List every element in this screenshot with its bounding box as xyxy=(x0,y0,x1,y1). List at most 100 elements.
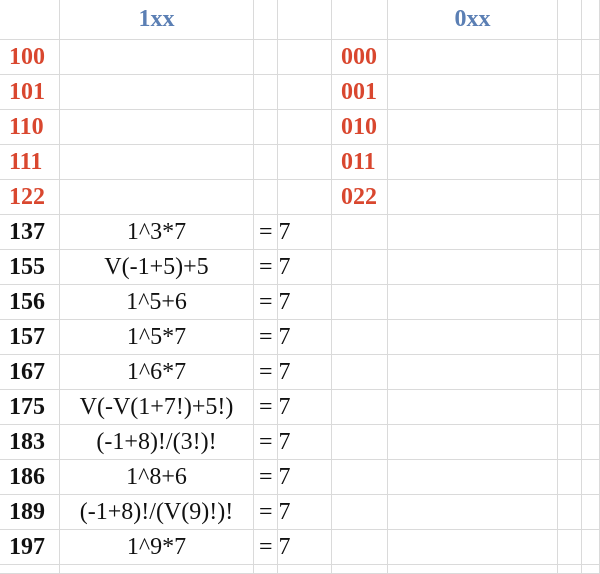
equals-cell[interactable]: = 7 xyxy=(254,320,291,355)
cell-empty[interactable] xyxy=(388,425,558,460)
cell-empty[interactable] xyxy=(582,530,600,565)
cell-empty[interactable] xyxy=(582,145,600,180)
expression-cell[interactable]: 1^5+6 xyxy=(60,285,254,320)
cell-empty[interactable] xyxy=(60,40,254,75)
cell-empty[interactable] xyxy=(60,565,254,574)
cell-empty[interactable] xyxy=(582,460,600,495)
cell-empty[interactable] xyxy=(388,565,558,574)
cell-empty[interactable] xyxy=(582,110,600,145)
cell-empty[interactable] xyxy=(558,355,582,390)
cell-empty[interactable] xyxy=(388,215,558,250)
cell-empty[interactable] xyxy=(582,250,600,285)
cell-empty[interactable] xyxy=(60,180,254,215)
cell-empty[interactable] xyxy=(388,460,558,495)
number-cell[interactable]: 167 xyxy=(0,355,60,390)
cell-empty[interactable] xyxy=(332,215,388,250)
expression-cell[interactable]: 1^3*7 xyxy=(60,215,254,250)
cell-empty[interactable] xyxy=(558,110,582,145)
cell-empty[interactable] xyxy=(60,75,254,110)
expression-cell[interactable]: 1^8+6 xyxy=(60,460,254,495)
equals-cell[interactable]: = 7 xyxy=(254,460,291,495)
number-cell-1xx[interactable]: 110 xyxy=(0,110,60,145)
cell-empty[interactable] xyxy=(332,495,388,530)
cell-empty[interactable] xyxy=(0,565,60,574)
number-cell[interactable]: 155 xyxy=(0,250,60,285)
cell-empty[interactable] xyxy=(278,110,332,145)
expression-cell[interactable]: (-1+8)!/(V(9)!)! xyxy=(60,495,254,530)
equals-cell[interactable]: = 7 xyxy=(254,425,291,460)
cell-empty[interactable] xyxy=(332,0,388,40)
cell-empty[interactable] xyxy=(582,565,600,574)
number-cell[interactable]: 156 xyxy=(0,285,60,320)
cell-empty[interactable] xyxy=(582,355,600,390)
cell-empty[interactable] xyxy=(278,75,332,110)
number-cell[interactable]: 186 xyxy=(0,460,60,495)
equals-cell[interactable]: = 7 xyxy=(254,495,291,530)
cell-empty[interactable] xyxy=(558,285,582,320)
cell-empty[interactable] xyxy=(332,425,388,460)
cell-empty[interactable] xyxy=(278,0,332,40)
cell-empty[interactable] xyxy=(332,285,388,320)
cell-empty[interactable] xyxy=(388,110,558,145)
equals-cell[interactable]: = 7 xyxy=(254,390,291,425)
cell-empty[interactable] xyxy=(388,355,558,390)
cell-empty[interactable] xyxy=(254,180,278,215)
cell-empty[interactable] xyxy=(558,0,582,40)
number-cell[interactable]: 189 xyxy=(0,495,60,530)
cell-empty[interactable] xyxy=(558,145,582,180)
cell-empty[interactable] xyxy=(558,320,582,355)
number-cell[interactable]: 175 xyxy=(0,390,60,425)
number-cell[interactable]: 137 xyxy=(0,215,60,250)
cell-empty[interactable] xyxy=(558,390,582,425)
number-cell-1xx[interactable]: 100 xyxy=(0,40,60,75)
cell-empty[interactable] xyxy=(582,0,600,40)
cell-empty[interactable] xyxy=(254,110,278,145)
cell-empty[interactable] xyxy=(332,390,388,425)
cell-empty[interactable] xyxy=(558,460,582,495)
cell-empty[interactable] xyxy=(582,425,600,460)
cell-empty[interactable] xyxy=(582,320,600,355)
cell-empty[interactable] xyxy=(278,180,332,215)
number-cell-1xx[interactable]: 111 xyxy=(0,145,60,180)
cell-empty[interactable] xyxy=(558,180,582,215)
cell-empty[interactable] xyxy=(278,565,332,574)
expression-cell[interactable]: 1^6*7 xyxy=(60,355,254,390)
cell-empty[interactable] xyxy=(558,530,582,565)
number-cell-0xx[interactable]: 010 xyxy=(332,110,388,145)
cell-empty[interactable] xyxy=(558,425,582,460)
expression-cell[interactable]: V(-V(1+7!)+5!) xyxy=(60,390,254,425)
number-cell-0xx[interactable]: 000 xyxy=(332,40,388,75)
cell-empty[interactable] xyxy=(388,75,558,110)
cell-empty[interactable] xyxy=(332,565,388,574)
number-cell-0xx[interactable]: 011 xyxy=(332,145,388,180)
number-cell-1xx[interactable]: 101 xyxy=(0,75,60,110)
number-cell[interactable]: 183 xyxy=(0,425,60,460)
cell-empty[interactable] xyxy=(558,215,582,250)
cell-empty[interactable] xyxy=(558,40,582,75)
cell-empty[interactable] xyxy=(332,460,388,495)
cell-empty[interactable] xyxy=(388,145,558,180)
cell-empty[interactable] xyxy=(582,495,600,530)
cell-empty[interactable] xyxy=(60,145,254,180)
cell-empty[interactable] xyxy=(582,285,600,320)
number-cell-0xx[interactable]: 022 xyxy=(332,180,388,215)
expression-cell[interactable]: 1^5*7 xyxy=(60,320,254,355)
expression-cell[interactable]: (-1+8)!/(3!)! xyxy=(60,425,254,460)
number-cell[interactable]: 197 xyxy=(0,530,60,565)
header-0xx[interactable]: 0xx xyxy=(388,0,558,40)
cell-empty[interactable] xyxy=(0,0,60,40)
cell-empty[interactable] xyxy=(558,250,582,285)
cell-empty[interactable] xyxy=(558,75,582,110)
number-cell[interactable]: 157 xyxy=(0,320,60,355)
cell-empty[interactable] xyxy=(388,390,558,425)
cell-empty[interactable] xyxy=(582,390,600,425)
cell-empty[interactable] xyxy=(388,285,558,320)
cell-empty[interactable] xyxy=(332,250,388,285)
cell-empty[interactable] xyxy=(388,180,558,215)
cell-empty[interactable] xyxy=(332,355,388,390)
cell-empty[interactable] xyxy=(388,40,558,75)
cell-empty[interactable] xyxy=(278,40,332,75)
cell-empty[interactable] xyxy=(388,495,558,530)
cell-empty[interactable] xyxy=(388,320,558,355)
number-cell-1xx[interactable]: 122 xyxy=(0,180,60,215)
